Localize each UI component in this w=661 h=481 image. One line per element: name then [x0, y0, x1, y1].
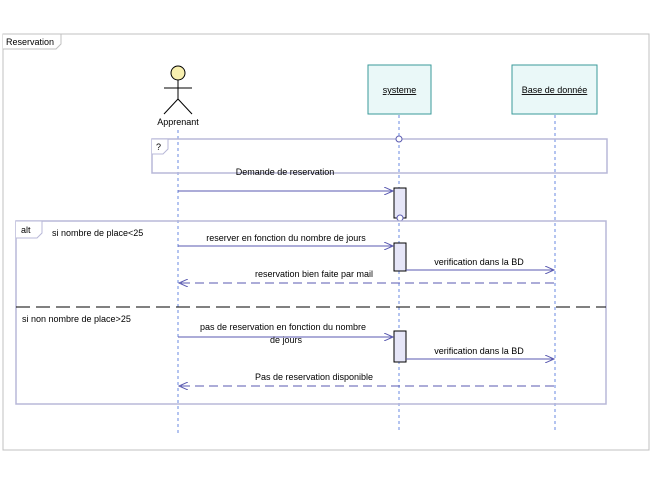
message-verification-label-1: verification dans la BD [434, 257, 524, 267]
message-pas-reservation-label-1: pas de reservation en fonction du nombre [200, 322, 366, 332]
message-pas-reservation-label-2: de jours [270, 335, 303, 345]
alt-guard-1: si nombre de place<25 [52, 228, 143, 238]
message-demande-label: Demande de reservation [236, 167, 335, 177]
message-non-disponible-label: Pas de reservation disponible [255, 372, 373, 382]
system-activation-3 [393, 330, 407, 363]
message-reservation-faite-label: reservation bien faite par mail [255, 269, 373, 279]
actor-label: Apprenant [157, 117, 199, 127]
alt-label: alt [21, 225, 31, 235]
message-verification-label-2: verification dans la BD [434, 346, 524, 356]
system-marker-icon [395, 135, 403, 143]
system-activation-1 [393, 187, 407, 219]
db-label: Base de donnée [522, 85, 588, 95]
alt-guard-2: si non nombre de place>25 [22, 314, 131, 324]
sequence-diagram: Reservation Apprenant systeme Base de do… [2, 33, 650, 451]
activation-end-marker-icon [396, 214, 404, 222]
message-reserver-label: reserver en fonction du nombre de jours [206, 233, 366, 243]
system-label: systeme [383, 85, 417, 95]
system-activation-2 [393, 242, 407, 272]
opt-guard: ? [156, 142, 161, 152]
frame-title: Reservation [6, 37, 54, 47]
